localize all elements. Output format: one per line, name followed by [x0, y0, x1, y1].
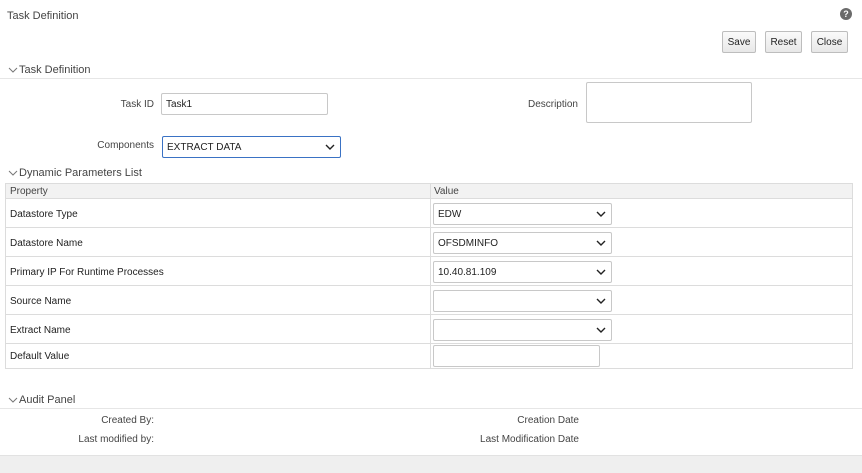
column-divider — [430, 286, 431, 314]
chevron-down-icon — [596, 269, 606, 275]
chevron-down-icon — [596, 240, 606, 246]
select-value: 10.40.81.109 — [438, 266, 497, 278]
page-title: Task Definition — [7, 10, 79, 22]
section-title: Audit Panel — [19, 394, 76, 406]
select-value: EDW — [438, 208, 462, 220]
components-label: Components — [97, 140, 154, 151]
table-row: Default Value — [6, 344, 852, 368]
task-id-label: Task ID — [120, 99, 154, 110]
column-divider — [430, 199, 431, 227]
extract-name-select[interactable] — [433, 319, 612, 341]
table-row: Datastore Name OFSDMINFO — [6, 228, 852, 257]
primary-ip-select[interactable]: 10.40.81.109 — [433, 261, 612, 283]
column-divider — [430, 257, 431, 285]
property-name: Datastore Type — [10, 209, 78, 220]
column-divider — [430, 344, 431, 368]
task-id-input[interactable] — [161, 93, 328, 115]
dynamic-parameters-table: Property Value Datastore Type EDW Datast… — [5, 183, 853, 369]
column-divider — [430, 228, 431, 256]
chevron-down-icon — [596, 211, 606, 217]
close-button[interactable]: Close — [811, 31, 848, 53]
dynamic-parameters-section-header[interactable]: Dynamic Parameters List — [0, 166, 862, 182]
property-name: Datastore Name — [10, 238, 83, 249]
chevron-down-icon — [596, 327, 606, 333]
column-divider — [430, 184, 431, 198]
components-select[interactable]: EXTRACT DATA — [162, 136, 341, 158]
select-value: OFSDMINFO — [438, 237, 498, 249]
property-name: Primary IP For Runtime Processes — [10, 267, 164, 278]
reset-button[interactable]: Reset — [765, 31, 802, 53]
table-row: Source Name — [6, 286, 852, 315]
column-divider — [430, 315, 431, 343]
source-name-select[interactable] — [433, 290, 612, 312]
datastore-name-select[interactable]: OFSDMINFO — [433, 232, 612, 254]
description-label: Description — [527, 99, 578, 110]
table-row: Extract Name — [6, 315, 852, 344]
description-textarea[interactable] — [586, 82, 752, 123]
column-header-property: Property — [10, 186, 48, 197]
property-name: Source Name — [10, 296, 72, 307]
default-value-input[interactable] — [433, 345, 600, 367]
section-title: Task Definition — [19, 64, 91, 76]
column-header-value: Value — [434, 186, 459, 197]
chevron-down-icon — [8, 397, 18, 403]
footer-bar — [0, 455, 862, 473]
table-row: Primary IP For Runtime Processes 10.40.8… — [6, 257, 852, 286]
last-modification-date-label: Last Modification Date — [480, 434, 579, 445]
created-by-label: Created By: — [101, 415, 154, 426]
chevron-down-icon — [8, 170, 18, 176]
components-select-value: EXTRACT DATA — [167, 141, 242, 153]
property-name: Default Value — [10, 351, 70, 362]
datastore-type-select[interactable]: EDW — [433, 203, 612, 225]
chevron-down-icon — [8, 67, 18, 73]
table-header: Property Value — [6, 184, 852, 199]
table-row: Datastore Type EDW — [6, 199, 852, 228]
chevron-down-icon — [596, 298, 606, 304]
last-modified-by-label: Last modified by: — [78, 434, 154, 445]
creation-date-label: Creation Date — [517, 415, 579, 426]
property-name: Extract Name — [10, 325, 71, 336]
chevron-down-icon — [325, 144, 335, 150]
task-definition-section-header[interactable]: Task Definition — [0, 63, 862, 79]
save-button[interactable]: Save — [722, 31, 756, 53]
audit-panel-section-header[interactable]: Audit Panel — [0, 393, 862, 409]
section-title: Dynamic Parameters List — [19, 167, 142, 179]
help-icon[interactable]: ? — [840, 8, 852, 20]
